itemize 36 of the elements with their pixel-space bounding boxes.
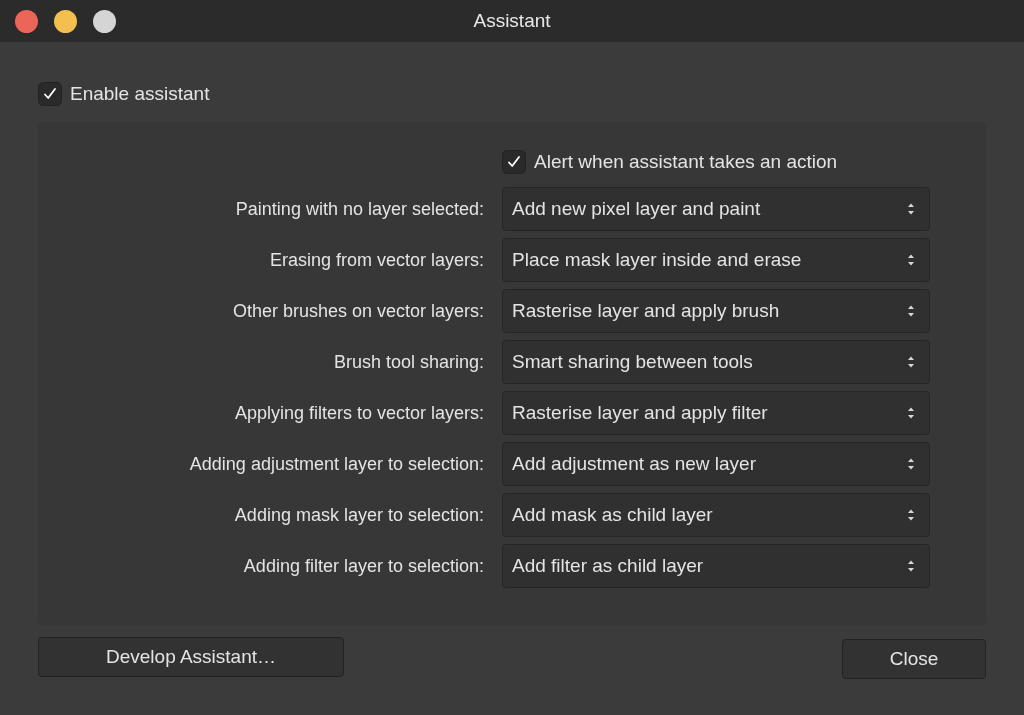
minimize-window-icon[interactable] [54,10,77,33]
setting-label: Erasing from vector layers: [268,249,484,271]
dropdown[interactable]: Rasterise layer and apply filter [502,391,930,435]
stepper-arrows-icon [907,508,915,522]
setting-label: Adding mask layer to selection: [233,504,484,526]
checkbox-label: Alert when assistant takes an action [534,151,838,173]
stepper-arrows-icon [907,253,915,267]
close-button[interactable]: Close [842,639,986,679]
dropdown[interactable]: Add mask as child layer [502,493,930,537]
dropdown[interactable]: Rasterise layer and apply brush [502,289,930,333]
stepper-arrows-icon [907,559,915,573]
checkmark-icon [42,86,58,102]
stepper-arrows-icon [907,355,915,369]
stepper-arrows-icon [907,304,915,318]
setting-label: Painting with no layer selected: [234,198,484,220]
stepper-arrows-icon [907,202,915,216]
dropdown[interactable]: Add filter as child layer [502,544,930,588]
close-window-icon[interactable] [15,10,38,33]
develop-assistant-button[interactable]: Develop Assistant… [38,637,344,677]
checkbox[interactable] [502,150,526,174]
window-title: Assistant [473,10,551,32]
setting-label: Other brushes on vector layers: [231,300,484,322]
dropdown[interactable]: Add adjustment as new layer [502,442,930,486]
checkbox-label: Enable assistant [70,83,210,105]
setting-label: Adding adjustment layer to selection: [188,453,484,475]
setting-label: Brush tool sharing: [332,351,484,373]
setting-label: Adding filter layer to selection: [242,555,484,577]
stepper-arrows-icon [907,406,915,420]
zoom-window-icon[interactable] [93,10,116,33]
dropdown[interactable]: Add new pixel layer and paint [502,187,930,231]
dropdown[interactable]: Place mask layer inside and erase [502,238,930,282]
checkbox[interactable] [38,82,62,106]
stepper-arrows-icon [907,457,915,471]
checkmark-icon [506,154,522,170]
setting-label: Applying filters to vector layers: [233,402,484,424]
dropdown[interactable]: Smart sharing between tools [502,340,930,384]
